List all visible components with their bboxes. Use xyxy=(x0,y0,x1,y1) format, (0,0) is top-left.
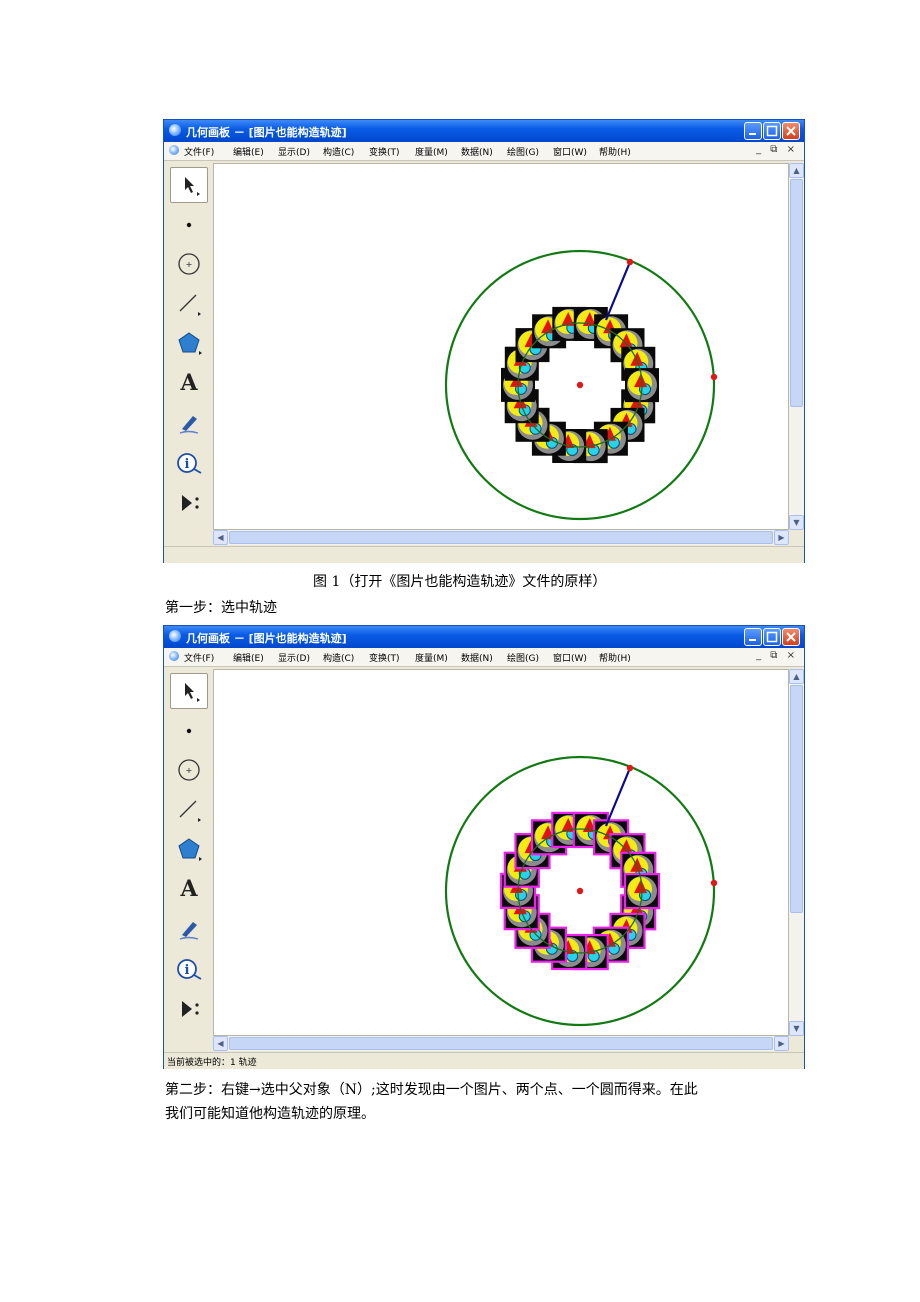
horizontal-scrollbar[interactable]: ◀ ▶ xyxy=(213,530,789,545)
construction-figure xyxy=(444,249,718,521)
menu-measure[interactable]: 度量(M) xyxy=(415,145,448,158)
app-icon xyxy=(169,630,181,642)
sketch-canvas[interactable] xyxy=(213,163,789,530)
window-title: 几何画板 － [图片也能构造轨迹] xyxy=(186,126,347,139)
app-icon xyxy=(169,124,181,136)
menu-construct[interactable]: 构造(C) xyxy=(323,651,354,664)
center-point[interactable] xyxy=(576,381,584,389)
menu-graph[interactable]: 绘图(G) xyxy=(507,145,539,158)
scroll-left-button[interactable]: ◀ xyxy=(213,530,228,545)
polygon-tool[interactable] xyxy=(170,831,208,867)
marker-tool[interactable] xyxy=(170,405,208,441)
scroll-up-button[interactable]: ▲ xyxy=(789,669,804,684)
step-2-line-2: 我们可能知道他构造轨迹的原理。 xyxy=(165,1106,375,1122)
step-2-line-1: 第二步：右键→选中父对象（N）;这时发现由一个图片、两个点、一个圆而得来。在此 xyxy=(165,1082,698,1098)
sketch-canvas[interactable] xyxy=(213,669,789,1036)
screenshot-2: 几何画板 － [图片也能构造轨迹] 文件(F) 编辑(E) 显示(D) 构造(C… xyxy=(163,625,805,1069)
menu-help[interactable]: 帮助(H) xyxy=(599,145,631,158)
scroll-right-button[interactable]: ▶ xyxy=(774,530,789,545)
toolbox: + A i xyxy=(167,163,211,533)
maximize-button[interactable] xyxy=(763,628,781,646)
svg-text:+: + xyxy=(186,766,193,775)
circle-point-right[interactable] xyxy=(710,879,718,887)
status-bar: 当前被选中的：1 轨迹 xyxy=(164,1052,804,1069)
radius-segment[interactable] xyxy=(604,261,632,321)
custom-tool[interactable] xyxy=(170,485,208,521)
menu-bar: 文件(F) 编辑(E) 显示(D) 构造(C) 变换(T) 度量(M) 数据(N… xyxy=(164,142,804,161)
menu-window[interactable]: 窗口(W) xyxy=(553,145,587,158)
menu-display[interactable]: 显示(D) xyxy=(278,651,310,664)
maximize-button[interactable] xyxy=(763,122,781,140)
point-tool[interactable] xyxy=(170,713,208,749)
status-text: 当前被选中的：1 轨迹 xyxy=(167,1058,257,1068)
menu-transform[interactable]: 变换(T) xyxy=(369,651,400,664)
radius-segment[interactable] xyxy=(604,767,632,827)
svg-text:+: + xyxy=(186,260,193,269)
menu-file[interactable]: 文件(F) xyxy=(184,145,214,158)
document-icon xyxy=(169,651,179,661)
marker-tool[interactable] xyxy=(170,911,208,947)
step-1-text: 第一步：选中轨迹 xyxy=(165,600,277,616)
minimize-button[interactable] xyxy=(744,628,762,646)
title-bar: 几何画板 － [图片也能构造轨迹] xyxy=(164,120,804,142)
mdi-controls[interactable]: _ ⧉ × xyxy=(756,650,798,661)
menu-bar: 文件(F) 编辑(E) 显示(D) 构造(C) 变换(T) 度量(M) 数据(N… xyxy=(164,648,804,667)
circle-point-top[interactable] xyxy=(626,258,634,266)
straightedge-tool[interactable] xyxy=(170,286,208,322)
minimize-button[interactable] xyxy=(744,122,762,140)
mdi-controls[interactable]: _ ⧉ × xyxy=(756,144,798,155)
horizontal-scroll-thumb[interactable] xyxy=(229,531,773,544)
arrow-select-tool[interactable] xyxy=(170,167,208,203)
circle-point-top[interactable] xyxy=(626,764,634,772)
menu-construct[interactable]: 构造(C) xyxy=(323,145,354,158)
status-bar xyxy=(164,546,804,563)
svg-text:i: i xyxy=(185,457,190,472)
scroll-down-button[interactable]: ▼ xyxy=(789,1021,804,1036)
menu-window[interactable]: 窗口(W) xyxy=(553,651,587,664)
document-icon xyxy=(169,145,179,155)
menu-transform[interactable]: 变换(T) xyxy=(369,145,400,158)
scroll-left-button[interactable]: ◀ xyxy=(213,1036,228,1051)
close-button[interactable] xyxy=(782,122,800,140)
menu-measure[interactable]: 度量(M) xyxy=(415,651,448,664)
window-title: 几何画板 － [图片也能构造轨迹] xyxy=(186,632,347,645)
figure-1-caption: 图 1（打开《图片也能构造轨迹》文件的原样） xyxy=(313,574,607,590)
text-tool[interactable]: A xyxy=(170,365,208,401)
straightedge-tool[interactable] xyxy=(170,792,208,828)
construction-figure xyxy=(444,755,718,1027)
information-tool[interactable]: i xyxy=(170,445,208,481)
menu-edit[interactable]: 编辑(E) xyxy=(233,145,264,158)
text-tool[interactable]: A xyxy=(170,871,208,907)
polygon-tool[interactable] xyxy=(170,325,208,361)
menu-edit[interactable]: 编辑(E) xyxy=(233,651,264,664)
title-bar: 几何画板 － [图片也能构造轨迹] xyxy=(164,626,804,648)
vertical-scrollbar[interactable]: ▲ ▼ xyxy=(789,669,804,1036)
menu-data[interactable]: 数据(N) xyxy=(461,145,493,158)
center-point[interactable] xyxy=(576,887,584,895)
custom-tool[interactable] xyxy=(170,991,208,1027)
horizontal-scrollbar[interactable]: ◀ ▶ xyxy=(213,1036,789,1051)
scroll-right-button[interactable]: ▶ xyxy=(774,1036,789,1051)
vertical-scrollbar[interactable]: ▲ ▼ xyxy=(789,163,804,530)
compass-tool[interactable]: + xyxy=(170,246,208,282)
scroll-down-button[interactable]: ▼ xyxy=(789,515,804,530)
toolbox: + A i xyxy=(167,669,211,1039)
compass-tool[interactable]: + xyxy=(170,752,208,788)
point-tool[interactable] xyxy=(170,207,208,243)
vertical-scroll-thumb[interactable] xyxy=(790,179,803,407)
arrow-select-tool[interactable] xyxy=(170,673,208,709)
menu-help[interactable]: 帮助(H) xyxy=(599,651,631,664)
menu-data[interactable]: 数据(N) xyxy=(461,651,493,664)
scroll-up-button[interactable]: ▲ xyxy=(789,163,804,178)
close-button[interactable] xyxy=(782,628,800,646)
horizontal-scroll-thumb[interactable] xyxy=(229,1037,773,1050)
svg-text:i: i xyxy=(185,963,190,978)
information-tool[interactable]: i xyxy=(170,951,208,987)
menu-graph[interactable]: 绘图(G) xyxy=(507,651,539,664)
vertical-scroll-thumb[interactable] xyxy=(790,685,803,913)
menu-file[interactable]: 文件(F) xyxy=(184,651,214,664)
menu-display[interactable]: 显示(D) xyxy=(278,145,310,158)
screenshot-1: 几何画板 － [图片也能构造轨迹] 文件(F) 编辑(E) 显示(D) 构造(C… xyxy=(163,119,805,563)
circle-point-right[interactable] xyxy=(710,373,718,381)
